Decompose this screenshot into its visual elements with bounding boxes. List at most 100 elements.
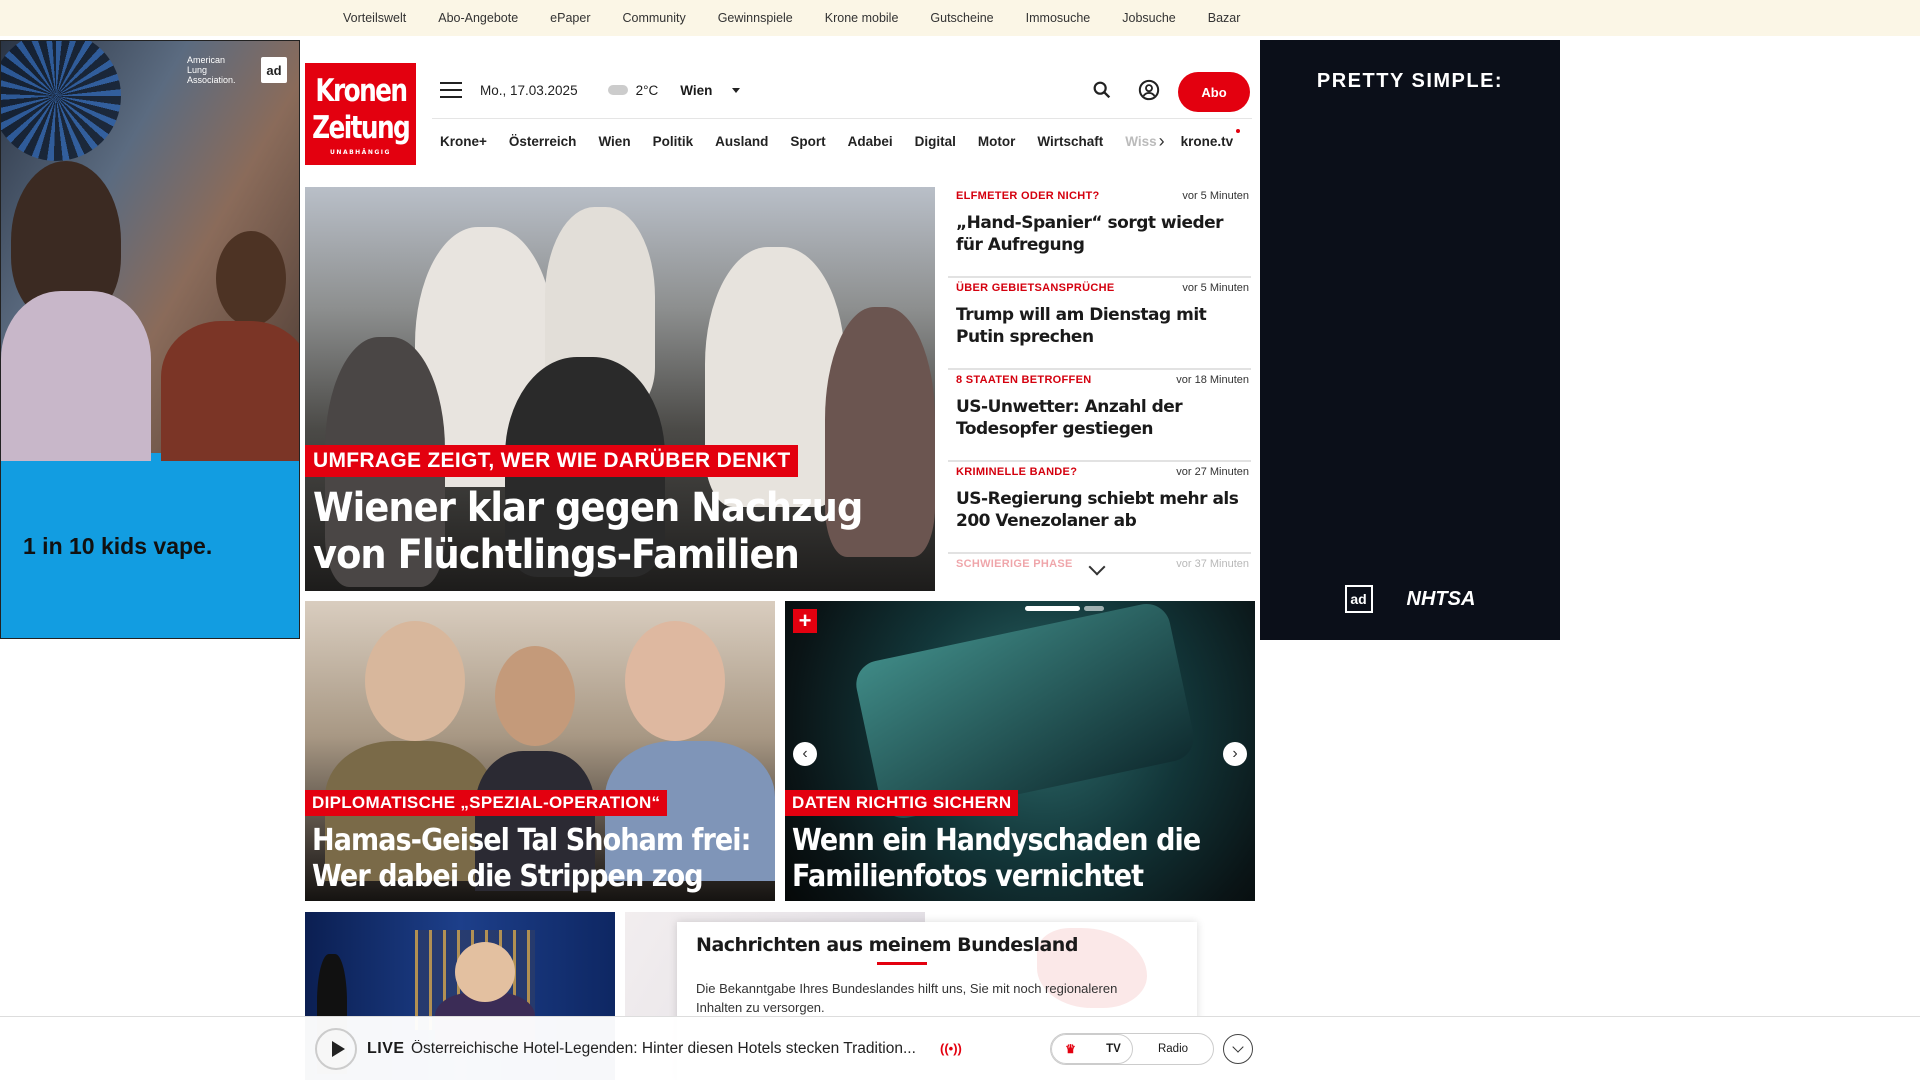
news-ticker: ELFMETER ODER NICHT? vor 5 Minuten „Hand-… xyxy=(948,186,1251,586)
nav-item-truncated[interactable]: Wiss xyxy=(1125,134,1156,149)
hero-headline[interactable]: Wiener klar gegen Nachzug von Flüchtling… xyxy=(313,485,935,579)
service-link-gutscheine[interactable]: Gutscheine xyxy=(930,11,993,25)
lung-association-logo: American Lung Association. xyxy=(187,55,236,85)
krone-plus-badge: + xyxy=(793,609,817,633)
nav-item-motor[interactable]: Motor xyxy=(978,134,1016,149)
ticker-time: vor 27 Minuten xyxy=(1176,466,1249,478)
nav-item-oesterreich[interactable]: Österreich xyxy=(509,134,577,149)
ticker-title[interactable]: „Hand-Spanier“ sorgt wieder für Aufregun… xyxy=(956,212,1249,256)
card-figure xyxy=(365,621,465,741)
card-kicker: DIPLOMATISCHE „SPEZIAL-OPERATION“ xyxy=(305,790,668,816)
nav-item-ausland[interactable]: Ausland xyxy=(715,134,768,149)
service-link-krone-mobile[interactable]: Krone mobile xyxy=(825,11,899,25)
service-link-bazar[interactable]: Bazar xyxy=(1208,11,1241,25)
logo-line-2: Zeitung xyxy=(311,109,411,146)
logo-tagline: UNABHÄNGIG xyxy=(330,148,391,156)
article-card[interactable]: DIPLOMATISCHE „SPEZIAL-OPERATION“ Hamas-… xyxy=(305,601,775,901)
ticker-item[interactable]: ÜBER GEBIETSANSPRÜCHE vor 5 Minuten Trump… xyxy=(948,278,1251,370)
service-bar: Vorteilswelt Abo-Angebote ePaper Communi… xyxy=(0,0,1920,36)
ticker-title[interactable]: Trump will am Dienstag mit Putin spreche… xyxy=(956,304,1249,348)
ad-logos: American Lung Association. ad xyxy=(187,55,287,85)
nav-item-wirtschaft[interactable]: Wirtschaft xyxy=(1037,134,1103,149)
ad-tagline-panel: 1 in 10 kids vape. xyxy=(1,453,299,638)
crown-icon: ♛ xyxy=(1065,1042,1076,1056)
nav-item-adabei[interactable]: Adabei xyxy=(848,134,893,149)
chevron-down-icon[interactable] xyxy=(732,87,741,93)
ad-decor xyxy=(1,41,121,161)
card-figure xyxy=(495,646,575,746)
service-link-vorteilswelt[interactable]: Vorteilswelt xyxy=(343,11,406,25)
user-account-icon[interactable] xyxy=(1138,79,1160,101)
tv-toggle-option[interactable]: ♛ TV xyxy=(1051,1034,1133,1064)
krone-logo[interactable]: Kronen Zeitung UNABHÄNGIG xyxy=(305,63,416,165)
main-navigation: Krone+ Österreich Wien Politik Ausland S… xyxy=(432,118,1252,164)
service-link-jobsuche[interactable]: Jobsuche xyxy=(1122,11,1176,25)
tv-label: TV xyxy=(1106,1043,1121,1055)
nav-item-krone-tv[interactable]: krone.tv xyxy=(1181,129,1240,149)
nav-item-wien[interactable]: Wien xyxy=(598,134,630,149)
tv-radio-toggle: ♛ TV Radio xyxy=(1050,1033,1214,1065)
nhtsa-logo: NHTSA xyxy=(1406,587,1476,610)
nav-item-politik[interactable]: Politik xyxy=(653,134,694,149)
bundesland-text: Die Bekanntgabe Ihres Bundeslandes hilft… xyxy=(696,981,1118,1015)
bundesland-title: Nachrichten aus meinem Bundesland xyxy=(696,934,1078,956)
ticker-item[interactable]: 8 STAATEN BETROFFEN vor 18 Minuten US-Unw… xyxy=(948,370,1251,462)
menu-icon[interactable] xyxy=(440,82,462,98)
card-headline[interactable]: Wenn ein Handyschaden die Familienfotos … xyxy=(792,823,1255,895)
ticker-category: 8 STAATEN BETROFFEN xyxy=(956,374,1092,386)
carousel-next-icon[interactable]: › xyxy=(1223,742,1247,766)
chevron-right-icon[interactable]: › xyxy=(1159,131,1165,152)
ad-right-skyscraper[interactable]: PRETTY SIMPLE: ad NHTSA xyxy=(1260,40,1560,640)
nav-item-krone-plus[interactable]: Krone+ xyxy=(440,134,487,149)
card-headline[interactable]: Hamas-Geisel Tal Shoham frei: Wer dabei … xyxy=(312,823,775,895)
carousel-prev-icon[interactable]: ‹ xyxy=(793,742,817,766)
weather-cloud-icon xyxy=(607,85,628,95)
search-icon[interactable] xyxy=(1091,79,1113,101)
expand-chevron-icon[interactable] xyxy=(1223,1034,1253,1064)
ticker-title[interactable]: US-Regierung schiebt mehr als 200 Venezo… xyxy=(956,488,1249,532)
ad-left-skyscraper[interactable]: American Lung Association. ad 1 in 10 ki… xyxy=(0,40,300,639)
service-link-epaper[interactable]: ePaper xyxy=(550,11,590,25)
service-link-community[interactable]: Community xyxy=(622,11,685,25)
nav-item-sport[interactable]: Sport xyxy=(790,134,825,149)
broadcast-icon: ((•)) xyxy=(940,1041,962,1056)
radio-toggle-option[interactable]: Radio xyxy=(1133,1034,1213,1064)
service-link-immosuche[interactable]: Immosuche xyxy=(1026,11,1091,25)
ad-tagline: 1 in 10 kids vape. xyxy=(23,532,213,559)
article-card[interactable]: + ‹ › DATEN RICHTIG SICHERN Wenn ein Han… xyxy=(785,601,1255,901)
tv-figure xyxy=(455,942,515,1002)
ticker-time: vor 18 Minuten xyxy=(1176,374,1249,386)
service-link-gewinnspiele[interactable]: Gewinnspiele xyxy=(718,11,793,25)
ticker-category: KRIMINELLE BANDE? xyxy=(956,466,1078,478)
card-figure xyxy=(625,621,725,741)
ticker-time: vor 37 Minuten xyxy=(1176,558,1249,570)
ad-figure xyxy=(216,231,286,326)
carousel-indicator xyxy=(1025,606,1115,612)
ticker-time: vor 5 Minuten xyxy=(1182,190,1249,202)
live-title[interactable]: Österreichische Hotel-Legenden: Hinter d… xyxy=(411,1040,931,1058)
nav-item-digital[interactable]: Digital xyxy=(915,134,956,149)
hero-kicker: UMFRAGE ZEIGT, WER WIE DARÜBER DENKT xyxy=(305,445,799,477)
play-icon[interactable] xyxy=(315,1028,357,1070)
ad-title: PRETTY SIMPLE: xyxy=(1316,70,1504,92)
ad-figure xyxy=(161,321,299,461)
header-bar: Mo., 17.03.2025 2°C Wien Abo xyxy=(440,72,1255,112)
current-date: Mo., 17.03.2025 xyxy=(480,82,578,98)
ad-logos: ad NHTSA xyxy=(1260,585,1560,613)
card-kicker: DATEN RICHTIG SICHERN xyxy=(785,790,1019,816)
ticker-item[interactable]: ELFMETER ODER NICHT? vor 5 Minuten „Hand-… xyxy=(948,186,1251,278)
live-label: LIVE xyxy=(367,1040,405,1057)
live-player-bar: LIVE Österreichische Hotel-Legenden: Hin… xyxy=(0,1016,1920,1080)
ticker-category: SCHWIERIGE PHASE xyxy=(956,558,1073,570)
abo-button[interactable]: Abo xyxy=(1178,72,1250,112)
ticker-time: vor 5 Minuten xyxy=(1182,282,1249,294)
ticker-item[interactable]: KRIMINELLE BANDE? vor 27 Minuten US-Regie… xyxy=(948,462,1251,554)
hero-article[interactable]: UMFRAGE ZEIGT, WER WIE DARÜBER DENKT Wie… xyxy=(305,187,935,591)
ad-figure xyxy=(1,291,151,461)
ticker-title[interactable]: US-Unwetter: Anzahl der Todesopfer gesti… xyxy=(956,396,1249,440)
service-link-abo-angebote[interactable]: Abo-Angebote xyxy=(438,11,518,25)
adcouncil-logo: ad xyxy=(261,57,287,83)
city-selector[interactable]: Wien xyxy=(680,83,712,98)
ad-photo: American Lung Association. ad xyxy=(1,41,299,461)
ticker-category: ELFMETER ODER NICHT? xyxy=(956,190,1100,202)
